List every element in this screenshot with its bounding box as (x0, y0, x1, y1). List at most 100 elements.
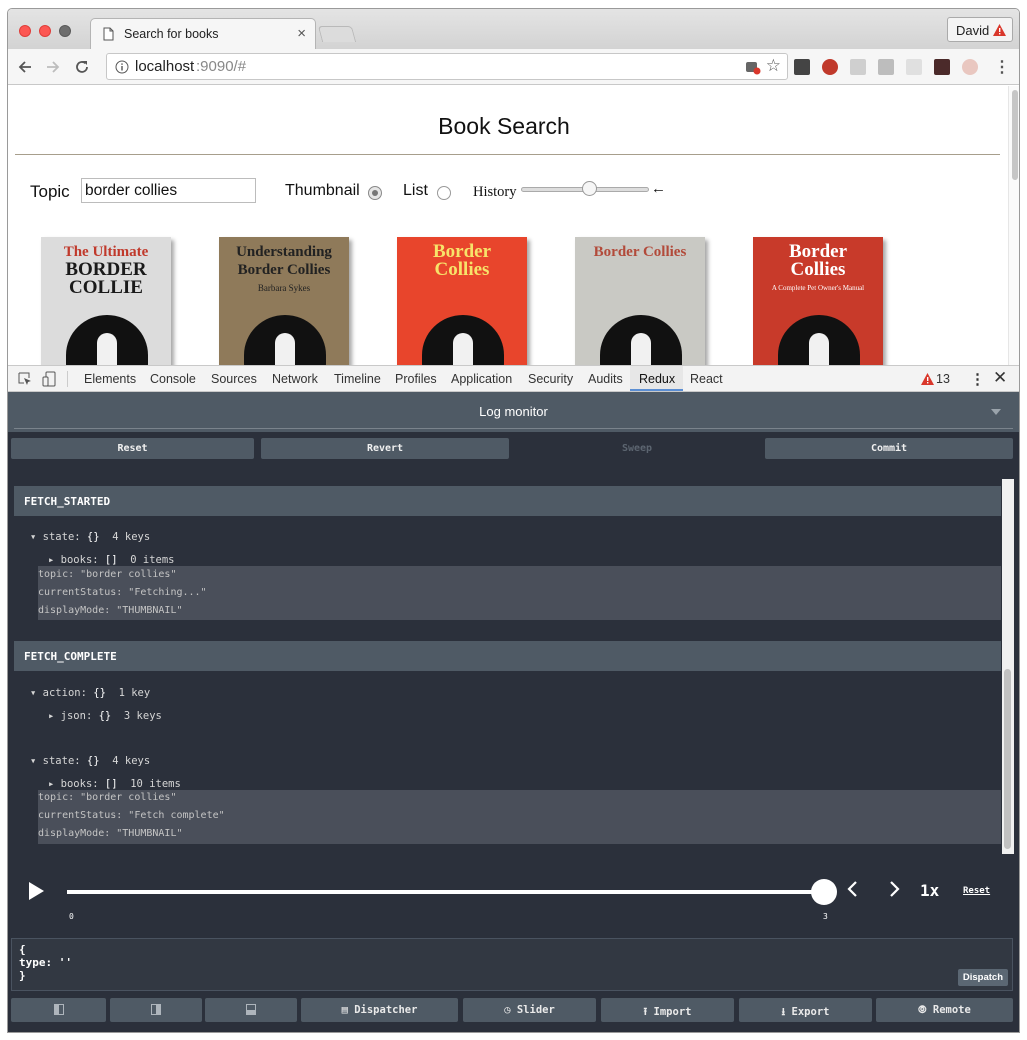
tree-row[interactable]: ▸ books: [] 0 items (48, 554, 175, 566)
dock-left-button[interactable] (11, 998, 106, 1022)
info-icon[interactable] (115, 60, 129, 74)
state-value-row[interactable]: currentStatus: "Fetching..." (38, 587, 207, 598)
device-toolbar-icon[interactable] (42, 371, 56, 387)
timeline-track[interactable] (67, 890, 824, 894)
expand-triangle-icon: ▾ (30, 687, 43, 699)
book-cover[interactable]: Understanding Border Collies Barbara Sykes (219, 237, 349, 366)
history-slider[interactable] (521, 181, 649, 196)
upload-icon: ⭱ (643, 1006, 654, 1018)
timeline-handle[interactable] (811, 879, 837, 905)
reload-icon[interactable] (74, 59, 90, 75)
book-cover[interactable]: Border Collies A Complete Pet Owner's Manu… (753, 237, 883, 366)
slider-toggle-button[interactable]: ◷ Slider (463, 998, 596, 1022)
revert-button[interactable]: Revert (261, 438, 509, 459)
log-scrollbar-thumb[interactable] (1004, 669, 1011, 849)
tab-react[interactable]: React (690, 372, 723, 386)
play-icon[interactable] (28, 881, 45, 901)
remote-button[interactable]: ⦾ Remote (876, 998, 1013, 1022)
page-scrollbar[interactable] (1008, 86, 1019, 366)
inspect-icon[interactable] (18, 372, 32, 386)
page-scrollbar-thumb[interactable] (1012, 90, 1018, 180)
slider-reset-link[interactable]: Reset (963, 886, 990, 896)
warning-count-icon[interactable] (921, 373, 934, 385)
dispatcher-editor[interactable]: { type: '' } Dispatch (11, 938, 1013, 991)
dispatch-button[interactable]: Dispatch (957, 969, 1008, 986)
h-extension-icon[interactable] (878, 59, 894, 75)
close-devtools-icon[interactable]: ✕ (993, 368, 1007, 388)
step-back-icon[interactable] (846, 880, 858, 898)
book-cover[interactable]: Border Collies (575, 237, 705, 366)
dispatcher-icon: ▤ (341, 1004, 355, 1016)
tab-timeline[interactable]: Timeline (334, 372, 381, 386)
tab-console[interactable]: Console (150, 372, 196, 386)
action-header[interactable]: FETCH_COMPLETE (14, 641, 1001, 671)
list-radio[interactable] (437, 186, 451, 200)
warning-count[interactable]: 13 (936, 372, 950, 386)
forward-icon[interactable] (45, 59, 61, 75)
action-header[interactable]: FETCH_STARTED (14, 486, 1001, 516)
history-slider-thumb[interactable] (582, 181, 597, 196)
state-value-row[interactable]: displayMode: "THUMBNAIL" (38, 828, 183, 839)
devtools-menu-icon[interactable]: ⋮ (970, 370, 985, 388)
media-extension-icon[interactable] (934, 59, 950, 75)
tab-audits[interactable]: Audits (588, 372, 623, 386)
speed-toggle[interactable]: 1x (920, 881, 939, 900)
tab-sources[interactable]: Sources (211, 372, 257, 386)
menu-dots-icon[interactable]: ⋮ (994, 57, 1010, 77)
book-cover[interactable]: The Ultimate BORDER COLLIE (41, 237, 171, 366)
close-tab-icon[interactable]: × (297, 25, 306, 42)
avatar-extension-icon[interactable] (962, 59, 978, 75)
log-scrollbar[interactable] (1002, 479, 1014, 854)
profile-button[interactable]: David (947, 17, 1013, 42)
export-button[interactable]: ⭳ Export (739, 998, 872, 1022)
tree-type: {} (86, 531, 100, 543)
step-forward-icon[interactable] (889, 880, 901, 898)
minimize-window-button[interactable] (39, 25, 51, 37)
bookmark-star-icon[interactable]: ☆ (766, 56, 781, 76)
book-cover[interactable]: Border Collies (397, 237, 527, 366)
redux-extension-icon[interactable] (822, 59, 838, 75)
site-settings-icon[interactable] (745, 59, 761, 75)
tab-redux[interactable]: Redux (639, 372, 675, 386)
address-bar[interactable]: localhost :9090/# ☆ (106, 53, 788, 80)
log-monitor-header[interactable]: Log monitor (8, 392, 1019, 432)
topic-input[interactable] (81, 178, 256, 203)
state-value-row[interactable]: topic: "border collies" (38, 569, 176, 580)
state-value-row[interactable]: currentStatus: "Fetch complete" (38, 810, 225, 821)
back-icon[interactable] (17, 59, 33, 75)
new-tab-button[interactable] (317, 26, 357, 42)
thumbnail-radio[interactable] (368, 186, 382, 200)
state-value-row[interactable]: displayMode: "THUMBNAIL" (38, 605, 183, 616)
tree-row[interactable]: ▾ state: {} 4 keys (30, 755, 150, 767)
tree-row[interactable]: ▸ books: [] 10 items (48, 778, 181, 790)
import-button[interactable]: ⭱ Import (601, 998, 734, 1022)
book-cover-line: COLLIE (69, 277, 143, 298)
outline-extension-icon[interactable] (906, 59, 922, 75)
tree-row[interactable]: ▸ json: {} 3 keys (48, 710, 162, 722)
tab-network[interactable]: Network (272, 372, 318, 386)
tree-key: books: (60, 554, 99, 566)
tree-row[interactable]: ▾ state: {} 4 keys (30, 531, 150, 543)
zoom-window-button[interactable] (59, 25, 71, 37)
dispatcher-toggle-button[interactable]: ▤ Dispatcher (301, 998, 458, 1022)
tab-profiles[interactable]: Profiles (395, 372, 437, 386)
browser-tab[interactable]: Search for books × (90, 18, 316, 49)
dropbox-extension-icon[interactable] (850, 59, 866, 75)
tab-elements[interactable]: Elements (84, 372, 136, 386)
tab-application[interactable]: Application (451, 372, 512, 386)
title-divider (15, 154, 1000, 155)
tree-key: books: (60, 778, 99, 790)
tree-row[interactable]: ▾ action: {} 1 key (30, 687, 150, 699)
tab-bar: Search for books × David (8, 9, 1019, 49)
close-window-button[interactable] (19, 25, 31, 37)
off-extension-icon[interactable] (794, 59, 810, 75)
dock-right-button[interactable] (110, 998, 202, 1022)
state-value-row[interactable]: topic: "border collies" (38, 792, 176, 803)
monitor-select-caret-icon[interactable] (991, 409, 1001, 415)
commit-button[interactable]: Commit (765, 438, 1013, 459)
reset-button[interactable]: Reset (11, 438, 254, 459)
history-label: History (473, 184, 517, 200)
sweep-button[interactable]: Sweep (511, 438, 763, 459)
tab-security[interactable]: Security (528, 372, 573, 386)
dock-bottom-button[interactable] (205, 998, 297, 1022)
